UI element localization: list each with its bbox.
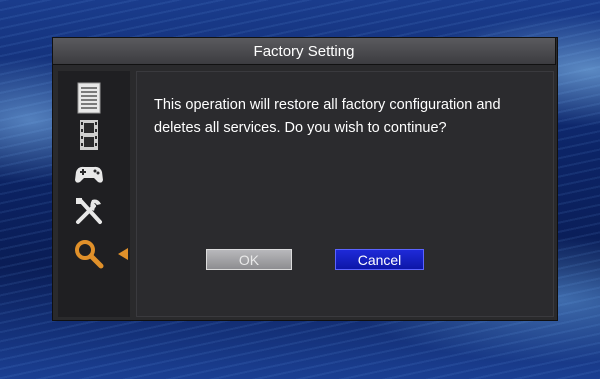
confirmation-message: This operation will restore all factory …: [154, 97, 501, 136]
search-icon[interactable]: [72, 237, 106, 271]
sidebar-menu: [58, 71, 130, 317]
film-icon[interactable]: [72, 118, 106, 152]
document-icon[interactable]: [72, 81, 106, 115]
tools-icon[interactable]: [72, 194, 106, 228]
ok-button[interactable]: OK: [206, 249, 292, 270]
cancel-button[interactable]: Cancel: [335, 249, 424, 270]
gamepad-icon[interactable]: [72, 158, 106, 192]
window-title: Factory Setting: [52, 37, 556, 65]
selection-arrow-icon: [118, 248, 128, 260]
